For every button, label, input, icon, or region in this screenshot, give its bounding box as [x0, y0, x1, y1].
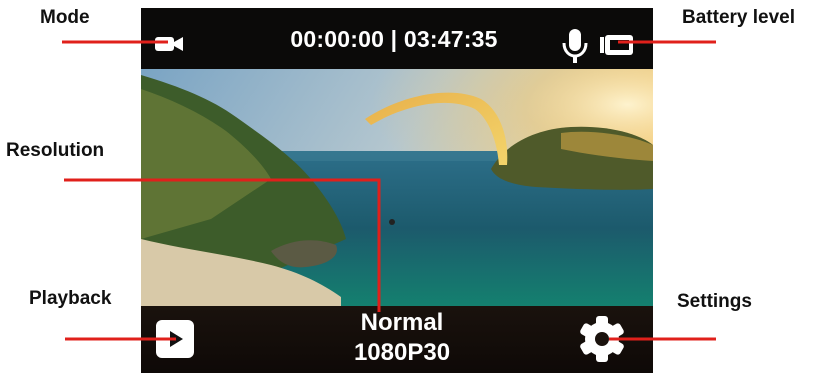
gear-icon[interactable] [577, 313, 627, 365]
video-camera-icon[interactable] [155, 35, 183, 53]
preview-image [141, 69, 653, 306]
playback-button[interactable] [156, 320, 194, 358]
elapsed-time: 00:00:00 [290, 26, 385, 52]
callout-resolution-label: Resolution [6, 140, 105, 161]
quality-mode-label: Normal [360, 309, 444, 336]
resolution-label: 1080P30 [353, 339, 451, 366]
record-timer: 00:00:00 | 03:47:35 [269, 26, 519, 53]
camera-screen: 00:00:00 | 03:47:35 Normal 1080P30 [141, 8, 653, 373]
time-separator: | [390, 26, 398, 52]
callout-settings-label: Settings [677, 291, 752, 312]
play-icon [170, 331, 183, 347]
callout-battery-label: Battery level [682, 7, 796, 28]
microphone-icon [562, 29, 588, 63]
quality-info: Normal 1080P30 [317, 308, 487, 368]
battery-icon [600, 35, 633, 55]
callout-playback-label: Playback [29, 288, 112, 309]
callout-mode-label: Mode [40, 7, 90, 28]
remaining-time: 03:47:35 [403, 26, 498, 52]
